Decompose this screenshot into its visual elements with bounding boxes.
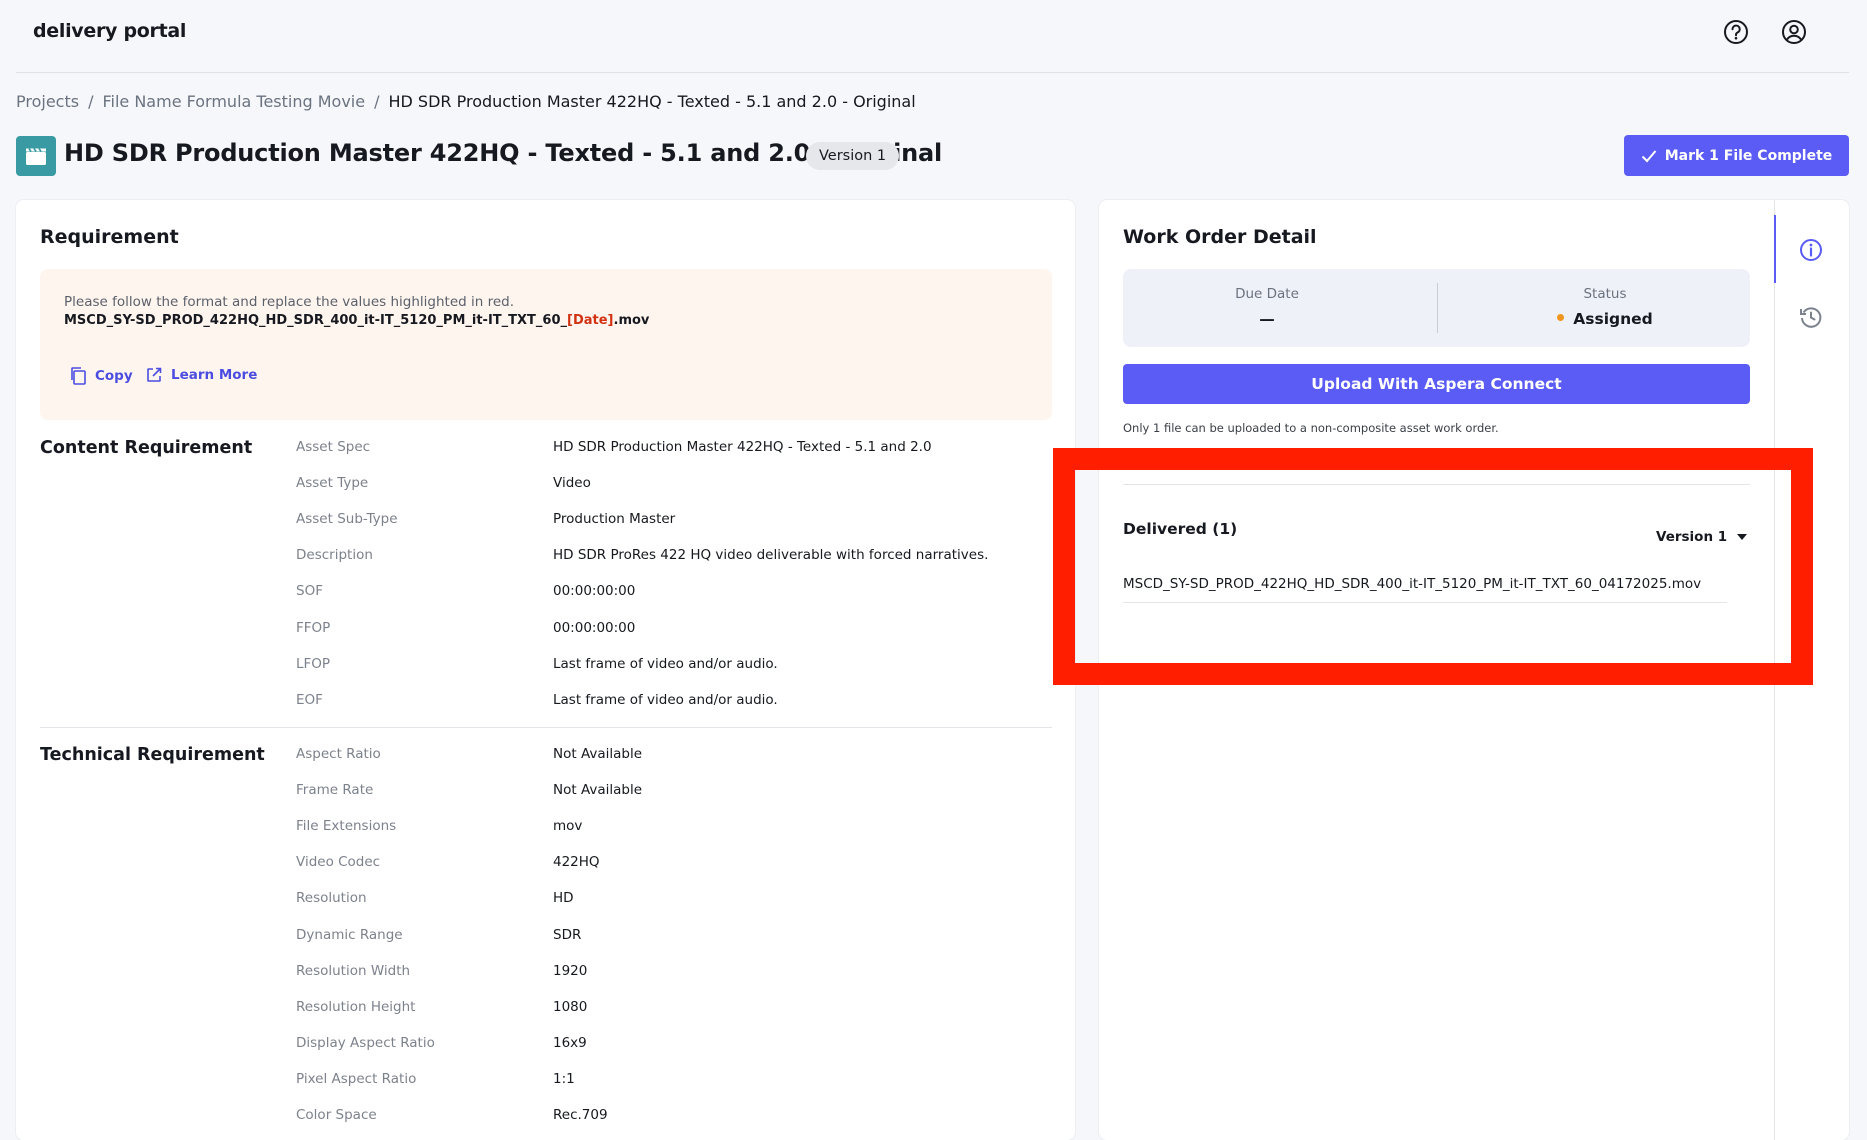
formula-suffix: .mov xyxy=(613,313,650,328)
learn-more-link[interactable]: Learn More xyxy=(145,366,257,384)
row-label: Description xyxy=(296,547,373,564)
file-name-formula-box xyxy=(40,269,1052,420)
upload-note: Only 1 file can be uploaded to a non-com… xyxy=(1123,421,1499,435)
summary-divider xyxy=(1437,283,1438,333)
side-rail-active-indicator xyxy=(1774,215,1776,283)
external-link-icon xyxy=(147,367,162,382)
breadcrumb: Projects / File Name Formula Testing Movie… xyxy=(16,92,916,111)
row-value: Last frame of video and/or audio. xyxy=(553,691,778,708)
due-date-value: — xyxy=(1259,310,1275,328)
row-label: Asset Spec xyxy=(296,439,371,455)
mark-complete-button[interactable]: Mark 1 File Complete xyxy=(1624,135,1849,176)
row-label: Frame Rate xyxy=(296,782,374,799)
learn-more-label: Learn More xyxy=(171,367,258,383)
row-value: Last frame of video and/or audio. xyxy=(553,655,778,672)
row-label: Resolution Height xyxy=(296,998,416,1015)
row-value: 422HQ xyxy=(553,854,600,871)
copy-icon xyxy=(71,367,86,385)
row-label: Asset Sub-Type xyxy=(296,511,398,528)
top-bar xyxy=(0,0,1867,72)
breadcrumb-projects[interactable]: Projects xyxy=(16,92,79,111)
copy-button[interactable]: Copy xyxy=(69,366,133,386)
row-value: 00:00:00:00 xyxy=(553,583,636,600)
row-value: Rec.709 xyxy=(553,1107,608,1123)
file-name-formula: MSCD_SY-SD_PROD_422HQ_HD_SDR_400_it-IT_5… xyxy=(64,313,649,328)
row-label: LFOP xyxy=(296,655,331,672)
row-value: Video xyxy=(553,475,591,492)
app-logo[interactable]: delivery portal xyxy=(33,20,186,42)
header-divider xyxy=(16,72,1849,73)
help-icon[interactable] xyxy=(1721,17,1751,47)
copy-label: Copy xyxy=(95,368,133,384)
work-order-title: Work Order Detail xyxy=(1123,226,1317,248)
row-value: 1920 xyxy=(553,962,588,979)
row-label: EOF xyxy=(296,691,323,708)
row-label: Asset Type xyxy=(296,475,369,492)
row-value: SDR xyxy=(553,926,582,943)
upload-aspera-button[interactable]: Upload With Aspera Connect xyxy=(1123,364,1750,404)
content-requirement-title: Content Requirement xyxy=(40,438,253,458)
formula-highlight: [Date] xyxy=(567,313,614,328)
row-label: Pixel Aspect Ratio xyxy=(296,1070,417,1087)
status-label: Status xyxy=(1583,286,1627,302)
user-account-icon[interactable] xyxy=(1779,17,1809,47)
row-value: 1:1 xyxy=(553,1070,575,1087)
formula-prefix: MSCD_SY-SD_PROD_422HQ_HD_SDR_400_it-IT_5… xyxy=(64,313,568,328)
row-label: Resolution Width xyxy=(296,962,411,979)
row-label: Color Space xyxy=(296,1107,377,1123)
breadcrumb-separator: / xyxy=(374,92,380,111)
row-value: mov xyxy=(553,818,583,835)
row-value: Not Available xyxy=(553,746,643,762)
row-value: Production Master xyxy=(553,511,676,528)
row-value: HD SDR Production Master 422HQ - Texted … xyxy=(553,439,932,455)
row-label: File Extensions xyxy=(296,818,397,835)
version-badge: Version 1 xyxy=(806,142,900,170)
formula-hint: Please follow the format and replace the… xyxy=(64,294,515,310)
row-value: 16x9 xyxy=(553,1034,587,1051)
checkmark-icon xyxy=(1641,149,1656,162)
status-text: Assigned xyxy=(1573,310,1653,328)
breadcrumb-project[interactable]: File Name Formula Testing Movie xyxy=(102,92,365,111)
mark-complete-label: Mark 1 File Complete xyxy=(1664,147,1833,164)
section-divider xyxy=(40,727,1052,728)
row-value: 1080 xyxy=(553,998,588,1015)
clapperboard-icon xyxy=(16,136,56,176)
highlight-frame xyxy=(1053,448,1813,685)
row-label: Dynamic Range xyxy=(296,926,403,943)
requirement-title: Requirement xyxy=(40,226,179,248)
due-date-label: Due Date xyxy=(1235,286,1299,302)
row-value: HD SDR ProRes 422 HQ video deliverable w… xyxy=(553,547,989,564)
row-value: HD xyxy=(553,890,574,907)
breadcrumb-current: HD SDR Production Master 422HQ - Texted … xyxy=(388,92,916,111)
status-dot xyxy=(1557,314,1565,321)
row-label: Aspect Ratio xyxy=(296,746,381,762)
history-icon[interactable] xyxy=(1796,302,1826,332)
breadcrumb-separator: / xyxy=(88,92,94,111)
row-label: SOF xyxy=(296,583,323,600)
row-label: FFOP xyxy=(296,619,331,636)
row-label: Resolution xyxy=(296,890,367,907)
row-value: Not Available xyxy=(553,782,643,799)
row-value: 00:00:00:00 xyxy=(553,619,636,636)
info-icon[interactable] xyxy=(1796,235,1826,265)
row-label: Video Codec xyxy=(296,854,381,871)
row-label: Display Aspect Ratio xyxy=(296,1034,435,1051)
status-value: Assigned xyxy=(1505,310,1705,328)
technical-requirement-title: Technical Requirement xyxy=(40,745,265,765)
